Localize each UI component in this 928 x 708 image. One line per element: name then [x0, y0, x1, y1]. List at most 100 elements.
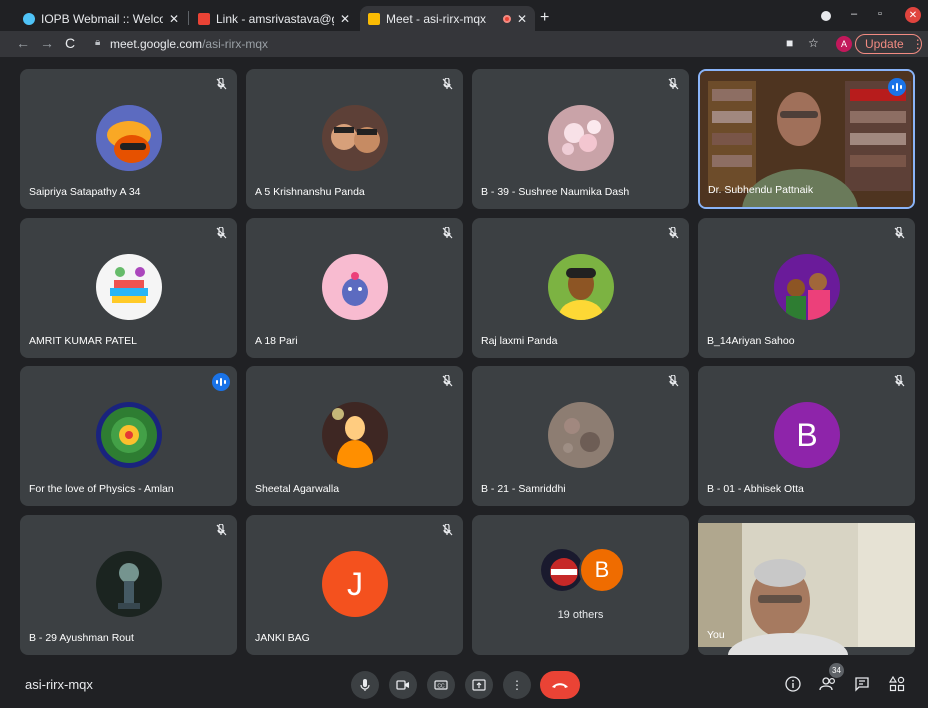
forward-icon[interactable]: →	[40, 35, 54, 51]
avatar: B	[774, 402, 840, 468]
participant-name: Saipriya Satapathy A 34	[29, 186, 141, 198]
camera-icon[interactable]: ■	[786, 36, 793, 50]
meeting-details-icon[interactable]	[784, 675, 802, 693]
update-button[interactable]: Update ⋮	[855, 34, 924, 54]
mic-off-icon	[216, 227, 227, 239]
participant-tile[interactable]: A 5 Krishnanshu Panda	[246, 69, 463, 209]
chat-icon[interactable]	[853, 675, 871, 693]
tab-strip: IOPB Webmail :: Welcome ✕ Link - amsriva…	[0, 0, 928, 31]
captions-button[interactable]: CC	[427, 671, 455, 699]
participants-count-badge: 34	[829, 663, 844, 678]
mic-off-icon	[442, 227, 453, 239]
avatar	[548, 402, 614, 468]
mic-off-icon	[216, 524, 227, 536]
back-icon[interactable]: ←	[16, 35, 30, 51]
participant-tile[interactable]: B - 29 Ayushman Rout	[20, 515, 237, 655]
avatar	[322, 402, 388, 468]
more-vert-icon: ⋮	[511, 678, 523, 692]
mic-off-icon	[216, 78, 227, 90]
address-bar[interactable]: meet.google.com/asi-rirx-mqx	[110, 37, 268, 51]
maximize-icon[interactable]: ▫	[878, 8, 882, 20]
participant-name: For the love of Physics - Amlan	[29, 483, 174, 495]
leave-call-button[interactable]	[540, 671, 580, 699]
activities-icon[interactable]	[888, 675, 906, 693]
participant-tile[interactable]: B - 21 - Samriddhi	[472, 366, 689, 506]
avatar: J	[322, 551, 388, 617]
mic-icon	[360, 679, 370, 691]
others-tile[interactable]: B 19 others	[472, 515, 689, 655]
speaking-indicator-icon	[212, 373, 230, 391]
participant-tile-active-speaker[interactable]: Dr. Subhendu Pattnaik	[698, 69, 915, 209]
menu-dots-icon: ⋮	[911, 37, 924, 51]
webmail-favicon-icon	[23, 12, 35, 25]
participant-tile[interactable]: A 18 Pari	[246, 218, 463, 358]
avatar	[96, 254, 162, 320]
participant-tile[interactable]: Saipriya Satapathy A 34	[20, 69, 237, 209]
participant-name: B - 29 Ayushman Rout	[29, 632, 134, 644]
meeting-controls-bar: asi-rirx-mqx CC ⋮ 34	[0, 660, 928, 708]
avatar-initial: J	[347, 565, 363, 602]
new-tab-icon[interactable]: +	[540, 9, 549, 27]
lock-icon: 🔒︎	[95, 37, 101, 48]
profile-avatar[interactable]: A	[836, 36, 852, 52]
participant-tile[interactable]: For the love of Physics - Amlan	[20, 366, 237, 506]
participant-name: Dr. Subhendu Pattnaik	[708, 184, 814, 196]
participant-tile[interactable]: B_14Ariyan Sahoo	[698, 218, 915, 358]
participant-name: A 5 Krishnanshu Panda	[255, 186, 365, 198]
participant-tile[interactable]: AMRIT KUMAR PATEL	[20, 218, 237, 358]
reload-icon[interactable]: C	[65, 35, 75, 51]
closed-captions-icon: CC	[434, 680, 448, 690]
mic-off-icon	[894, 227, 905, 239]
speaking-indicator-icon	[888, 78, 906, 96]
participant-name: B - 39 - Sushree Naumika Dash	[481, 186, 630, 198]
present-icon	[472, 679, 486, 691]
mic-off-icon	[668, 375, 679, 387]
avatar	[548, 254, 614, 320]
mic-off-icon	[894, 375, 905, 387]
participant-tile[interactable]: Raj laxmi Panda	[472, 218, 689, 358]
hang-up-icon	[552, 683, 568, 688]
others-label: 19 others	[557, 609, 604, 621]
tab-close-icon[interactable]: ✕	[511, 12, 527, 26]
camera-button[interactable]	[389, 671, 417, 699]
tab-close-icon[interactable]: ✕	[163, 12, 179, 26]
participant-name: AMRIT KUMAR PATEL	[29, 335, 137, 347]
browser-toolbar: ← → C 🔒︎ meet.google.com/asi-rirx-mqx ■ …	[0, 31, 928, 57]
participant-tile[interactable]: B - 39 - Sushree Naumika Dash	[472, 69, 689, 209]
more-options-button[interactable]: ⋮	[503, 671, 531, 699]
participant-tile[interactable]: B B - 01 - Abhisek Otta	[698, 366, 915, 506]
avatar-initial: B	[796, 416, 818, 453]
tab-title: Link - amsrivastava@gmail	[216, 11, 334, 26]
bookmark-star-icon[interactable]: ☆	[808, 36, 819, 50]
tab-title: IOPB Webmail :: Welcome	[41, 11, 163, 26]
avatar	[96, 105, 162, 171]
window-close-icon[interactable]: ✕	[905, 7, 921, 23]
tab-iopb-webmail[interactable]: IOPB Webmail :: Welcome ✕	[15, 6, 187, 31]
update-label: Update	[865, 37, 904, 51]
participant-name: B - 01 - Abhisek Otta	[707, 483, 804, 495]
tab-gmail[interactable]: Link - amsrivastava@gmail ✕	[190, 6, 358, 31]
avatar	[96, 402, 162, 468]
meeting-code: asi-rirx-mqx	[25, 677, 93, 692]
participant-name: A 18 Pari	[255, 335, 298, 347]
videocam-icon	[396, 680, 409, 690]
gmail-favicon-icon	[198, 12, 210, 25]
mic-off-icon	[442, 524, 453, 536]
participant-name: B_14Ariyan Sahoo	[707, 335, 795, 347]
tab-close-icon[interactable]: ✕	[334, 12, 350, 26]
microphone-button[interactable]	[351, 671, 379, 699]
mic-off-icon	[668, 227, 679, 239]
mic-off-icon	[442, 375, 453, 387]
mic-off-icon	[442, 78, 453, 90]
participant-tile[interactable]: Sheetal Agarwalla	[246, 366, 463, 506]
url-host: meet.google.com	[110, 37, 203, 51]
tab-meet[interactable]: Meet - asi-rirx-mqx ✕	[360, 6, 535, 31]
participant-name: Raj laxmi Panda	[481, 335, 558, 347]
avatar	[774, 254, 840, 320]
self-tile[interactable]: You	[698, 515, 915, 655]
recording-icon	[502, 14, 511, 23]
present-screen-button[interactable]	[465, 671, 493, 699]
tab-search-icon[interactable]	[821, 11, 831, 21]
minimize-icon[interactable]: –	[851, 8, 857, 20]
participant-tile[interactable]: J JANKI BAG	[246, 515, 463, 655]
